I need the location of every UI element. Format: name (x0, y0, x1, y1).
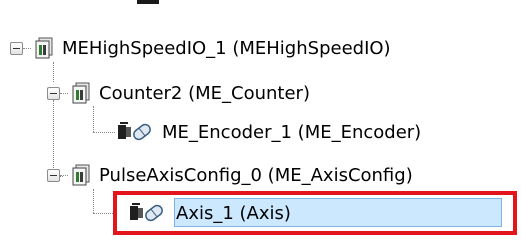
device-tree: MEHighSpeedIO_1 (MEHighSpeedIO) Counter2… (0, 0, 521, 240)
callout-box (113, 191, 517, 235)
tree-connector (93, 132, 115, 133)
tree-item-label: PulseAxisConfig_0 (ME_AxisConfig) (99, 164, 413, 186)
collapse-toggle[interactable] (47, 169, 60, 182)
tree-item-me-encoder[interactable]: ME_Encoder_1 (ME_Encoder) (116, 117, 421, 147)
tree-item-pulseaxisconfig[interactable]: PulseAxisConfig_0 (ME_AxisConfig) (71, 160, 413, 190)
tree-connector (53, 62, 54, 82)
tree-connector (60, 93, 68, 94)
tree-connector (93, 213, 115, 214)
tree-item-label: ME_Encoder_1 (ME_Encoder) (162, 121, 422, 143)
module-icon (72, 164, 90, 186)
encoder-axis-icon (118, 122, 151, 141)
tree-item-label: MEHighSpeedIO_1 (MEHighSpeedIO) (62, 37, 391, 59)
tree-connector (53, 100, 54, 176)
module-icon (72, 82, 90, 104)
tree-item-counter2[interactable]: Counter2 (ME_Counter) (71, 78, 310, 108)
tree-connector (23, 48, 31, 49)
tree-item-label: Counter2 (ME_Counter) (99, 82, 310, 104)
module-icon (35, 37, 53, 59)
collapse-toggle[interactable] (10, 42, 23, 55)
tree-item-mehighspeedio[interactable]: MEHighSpeedIO_1 (MEHighSpeedIO) (34, 33, 391, 63)
collapse-toggle[interactable] (47, 87, 60, 100)
tree-connector (93, 189, 94, 213)
tree-top-connector (137, 0, 159, 4)
tree-connector (60, 175, 68, 176)
tree-connector (93, 106, 94, 132)
